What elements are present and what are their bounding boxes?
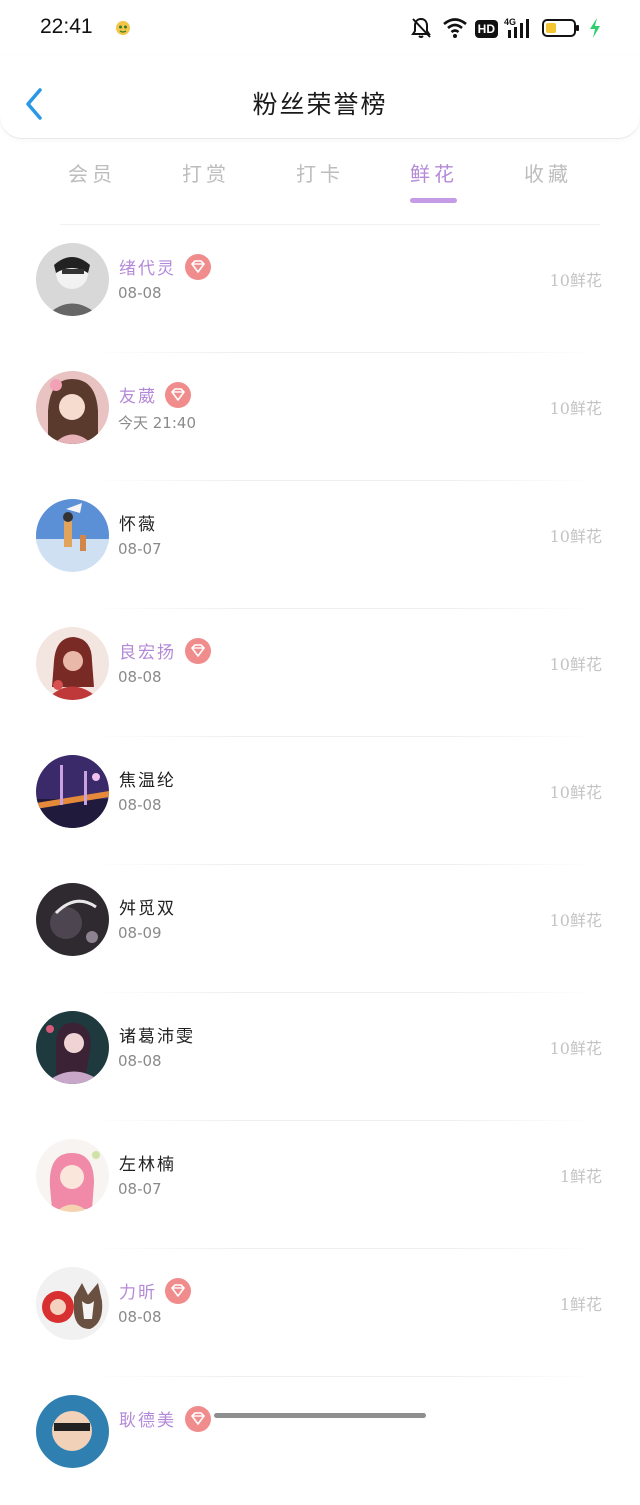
date-label: 08-08 [118,668,162,686]
battery-icon [542,18,582,42]
avatar [36,243,109,316]
flower-amount: 10鲜花 [549,783,602,802]
header-bar: 粉丝荣誉榜 [0,56,640,138]
date-label: 08-08 [118,1052,162,1070]
diamond-icon [185,1406,211,1432]
status-bar: 22:41 HD 4G [0,0,640,56]
flower-amount: 10鲜花 [549,271,602,290]
user-name: 诸葛沛雯 [119,1027,195,1047]
flower-amount: 10鲜花 [549,399,602,418]
user-name: 良宏扬 [119,643,176,663]
user-name: 友葳 [119,387,157,407]
tab-tip[interactable]: 打赏 [149,158,263,187]
wifi-icon [442,16,468,44]
date-label: 08-09 [118,924,162,942]
avatar [36,883,109,956]
tab-checkin[interactable]: 打卡 [263,158,377,187]
tab-favorites[interactable]: 收藏 [491,158,605,187]
tab-flowers[interactable]: 鲜花 [377,158,491,187]
user-name: 力昕 [119,1283,157,1303]
diamond-icon [185,638,211,664]
date-label: 08-08 [118,1308,162,1326]
home-indicator[interactable] [214,1413,426,1418]
user-name: 舛觅双 [119,899,176,919]
avatar [36,627,109,700]
avatar [36,1139,109,1212]
diamond-icon [165,382,191,408]
list-item[interactable]: 耿德美 [0,1377,640,1505]
date-label: 今天 21:40 [118,414,196,432]
user-name: 耿德美 [119,1411,176,1431]
charging-icon [588,17,602,43]
avatar [36,1011,109,1084]
avatar [36,1395,109,1468]
flower-amount: 1鲜花 [559,1167,602,1186]
cellular-signal-icon: 4G [504,16,534,44]
date-label: 08-08 [118,796,162,814]
date-label: 08-07 [118,1180,162,1198]
list-item[interactable]: 舛觅双 08-09 10鲜花 [0,865,640,993]
diamond-icon [165,1278,191,1304]
flower-amount: 10鲜花 [549,655,602,674]
user-name: 左林楠 [119,1155,176,1175]
tab-member[interactable]: 会员 [35,158,149,187]
flower-amount: 1鲜花 [559,1295,602,1314]
page-title: 粉丝荣誉榜 [252,90,388,119]
date-label: 08-08 [118,284,162,302]
user-name: 焦温纶 [119,771,176,791]
diamond-icon [185,254,211,280]
list-item[interactable]: 左林楠 08-07 1鲜花 [0,1121,640,1249]
mute-bell-icon [410,16,432,44]
list-item[interactable]: 友葳 今天 21:40 10鲜花 [0,353,640,481]
avatar [36,371,109,444]
avatar [36,499,109,572]
avatar [36,1267,109,1340]
user-name: 绪代灵 [119,259,176,279]
flower-amount: 10鲜花 [549,1039,602,1058]
tab-bar: 会员 打赏 打卡 鲜花 收藏 [0,148,640,204]
status-time: 22:41 [40,15,93,38]
date-label: 08-07 [118,540,162,558]
flower-amount: 10鲜花 [549,911,602,930]
list-item[interactable]: 力昕 08-08 1鲜花 [0,1249,640,1377]
list-item[interactable]: 怀薇 08-07 10鲜花 [0,481,640,609]
list-item[interactable]: 良宏扬 08-08 10鲜花 [0,609,640,737]
avatar [36,755,109,828]
list-item[interactable]: 诸葛沛雯 08-08 10鲜花 [0,993,640,1121]
notification-app-icon [114,19,132,37]
list-item[interactable]: 焦温纶 08-08 10鲜花 [0,737,640,865]
active-tab-indicator [410,198,457,203]
user-name: 怀薇 [119,515,157,535]
flower-amount: 10鲜花 [549,527,602,546]
svg-text:4G: 4G [504,17,516,27]
list-item[interactable]: 绪代灵 08-08 10鲜花 [0,225,640,353]
hd-icon: HD [474,18,498,38]
